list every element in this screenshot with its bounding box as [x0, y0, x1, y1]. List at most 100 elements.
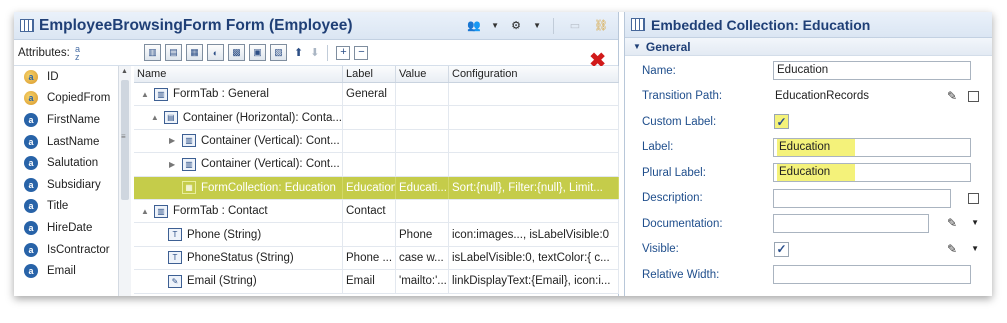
plural-label-field[interactable]: Education: [773, 163, 971, 182]
chevron-down-icon[interactable]: ▼: [533, 21, 541, 30]
list-item[interactable]: a Salutation: [14, 152, 134, 174]
row-configuration: linkDisplayText:{Email}, icon:i...: [449, 270, 619, 293]
list-item[interactable]: a HireDate: [14, 217, 134, 239]
transition-path-label: Transition Path:: [642, 90, 723, 103]
add-row-icon[interactable]: ▤: [165, 44, 182, 61]
list-item[interactable]: a FirstName: [14, 109, 134, 131]
collapse-icon[interactable]: ▲: [151, 113, 159, 122]
save-icon[interactable]: ▭: [566, 18, 584, 34]
row-name: Container (Vertical): Cont...: [201, 158, 340, 171]
table-row[interactable]: ✎ Email (String) Email 'mailto:'... linkD…: [134, 270, 619, 294]
toolbar-divider: [553, 17, 554, 34]
attribute-icon: a: [24, 156, 38, 171]
row-name: Container (Vertical): Cont...: [201, 134, 340, 147]
collapse-icon[interactable]: ▲: [141, 207, 149, 216]
container-icon: ▥: [182, 134, 196, 148]
attribute-name: Subsidiary: [47, 178, 101, 191]
name-field[interactable]: Education: [773, 61, 971, 80]
row-label: Education: [343, 176, 396, 199]
attributes-label: Attributes:: [18, 46, 70, 59]
sort-az-icon[interactable]: az: [75, 44, 89, 61]
move-down-icon[interactable]: ⬇: [310, 46, 319, 59]
row-value: Educati...: [396, 176, 449, 199]
label-label: Label:: [642, 141, 674, 154]
list-item[interactable]: a IsContractor: [14, 239, 134, 261]
column-header-name[interactable]: Name: [134, 66, 343, 82]
list-item[interactable]: a CopiedFrom: [14, 88, 134, 110]
list-item[interactable]: a Title: [14, 196, 134, 218]
custom-label-checkbox[interactable]: ✓: [774, 114, 789, 129]
table-row[interactable]: ▲ ▥ FormTab : General General: [134, 83, 619, 107]
table-row[interactable]: ▶ ▥ Container (Vertical): Cont...: [134, 153, 619, 177]
documentation-field[interactable]: [773, 214, 929, 233]
attribute-name: Email: [47, 265, 76, 278]
header-toolbar: 👥 ▼ ⚙ ▼ ▭ ⛓: [465, 17, 618, 34]
move-up-icon[interactable]: ⬆: [294, 46, 303, 59]
description-label: Description:: [642, 192, 703, 205]
table-row[interactable]: T PhoneStatus (String) Phone ... case w..…: [134, 246, 619, 271]
list-item[interactable]: a Email: [14, 260, 134, 282]
chevron-down-icon[interactable]: ▼: [971, 218, 979, 227]
form-editor-pane: EmployeeBrowsingForm Form (Employee) 👥 ▼ …: [14, 12, 619, 296]
section-general[interactable]: ▼ General: [625, 38, 992, 56]
table-row[interactable]: T Phone (String) Phone icon:images..., is…: [134, 223, 619, 247]
add-container-icon[interactable]: ▦: [186, 44, 203, 61]
collapse-all-icon[interactable]: −: [354, 45, 369, 60]
row-value: [396, 153, 449, 176]
expand-all-icon[interactable]: +: [336, 45, 351, 60]
open-dialog-icon[interactable]: [968, 192, 979, 204]
relative-width-field[interactable]: [773, 265, 971, 284]
add-report-icon[interactable]: ▣: [249, 44, 266, 61]
add-grid-icon[interactable]: ▩: [228, 44, 245, 61]
label-field[interactable]: Education: [773, 137, 971, 157]
attribute-icon: a: [24, 177, 38, 192]
scroll-up-icon[interactable]: ▲: [121, 68, 128, 75]
collapse-icon[interactable]: ▲: [141, 90, 149, 99]
key-icon: a: [24, 91, 38, 106]
add-chart-icon[interactable]: ◐: [207, 44, 224, 61]
row-label: General: [343, 83, 396, 106]
pencil-icon[interactable]: ✎: [947, 89, 957, 103]
description-field[interactable]: [773, 188, 951, 208]
attribute-scrollbar[interactable]: ▲ ≡: [118, 66, 131, 296]
property-row-custom-label: Custom Label: ✓: [625, 109, 992, 135]
container-icon: ▥: [182, 157, 196, 171]
property-row-documentation: Documentation: ✎ ▼: [625, 211, 992, 237]
gear-people-icon[interactable]: ⚙: [507, 18, 525, 34]
list-item[interactable]: a Subsidiary: [14, 174, 134, 196]
chevron-down-icon[interactable]: ▼: [971, 244, 979, 253]
row-configuration: icon:images..., isLabelVisible:0: [449, 223, 619, 246]
expand-icon[interactable]: ▶: [169, 160, 177, 169]
visible-checkbox[interactable]: ✓: [774, 241, 789, 257]
row-configuration: isLabelVisible:0, textColor:{ c...: [449, 246, 619, 270]
pencil-icon[interactable]: ✎: [947, 216, 957, 230]
grid-icon: [631, 18, 645, 31]
plural-label-value: Education: [777, 164, 855, 181]
add-widget-icon[interactable]: ▧: [270, 44, 287, 61]
list-item[interactable]: a LastName: [14, 131, 134, 153]
link-icon[interactable]: ⛓: [592, 18, 610, 34]
pencil-icon[interactable]: ✎: [947, 242, 957, 256]
table-row[interactable]: ▲ ▥ FormTab : Contact Contact: [134, 199, 619, 224]
row-label: [343, 106, 396, 129]
chevron-down-icon[interactable]: ▼: [633, 42, 641, 51]
column-header-value[interactable]: Value: [396, 66, 449, 82]
open-dialog-icon[interactable]: [968, 90, 979, 102]
chevron-down-icon[interactable]: ▼: [491, 21, 499, 30]
attribute-icon: a: [24, 199, 38, 214]
row-configuration: [449, 153, 619, 176]
table-row[interactable]: ▶ ▥ Container (Vertical): Cont...: [134, 129, 619, 154]
add-column-icon[interactable]: ▥: [144, 44, 161, 61]
table-row[interactable]: ▲ ▤ Container (Horizontal): Conta...: [134, 106, 619, 130]
list-item[interactable]: a ID: [14, 66, 134, 88]
attribute-name: FirstName: [47, 113, 101, 126]
text-icon: T: [168, 251, 182, 265]
column-header-configuration[interactable]: Configuration: [449, 66, 619, 82]
column-header-label[interactable]: Label: [343, 66, 396, 82]
row-name: PhoneStatus (String): [187, 251, 294, 264]
expand-icon[interactable]: ▶: [169, 136, 177, 145]
attribute-icon: a: [24, 242, 38, 257]
editor-window: EmployeeBrowsingForm Form (Employee) 👥 ▼ …: [14, 12, 992, 296]
table-row-selected[interactable]: ▦ FormCollection: Education Education Edu…: [134, 176, 619, 200]
people-icon[interactable]: 👥: [465, 18, 483, 34]
